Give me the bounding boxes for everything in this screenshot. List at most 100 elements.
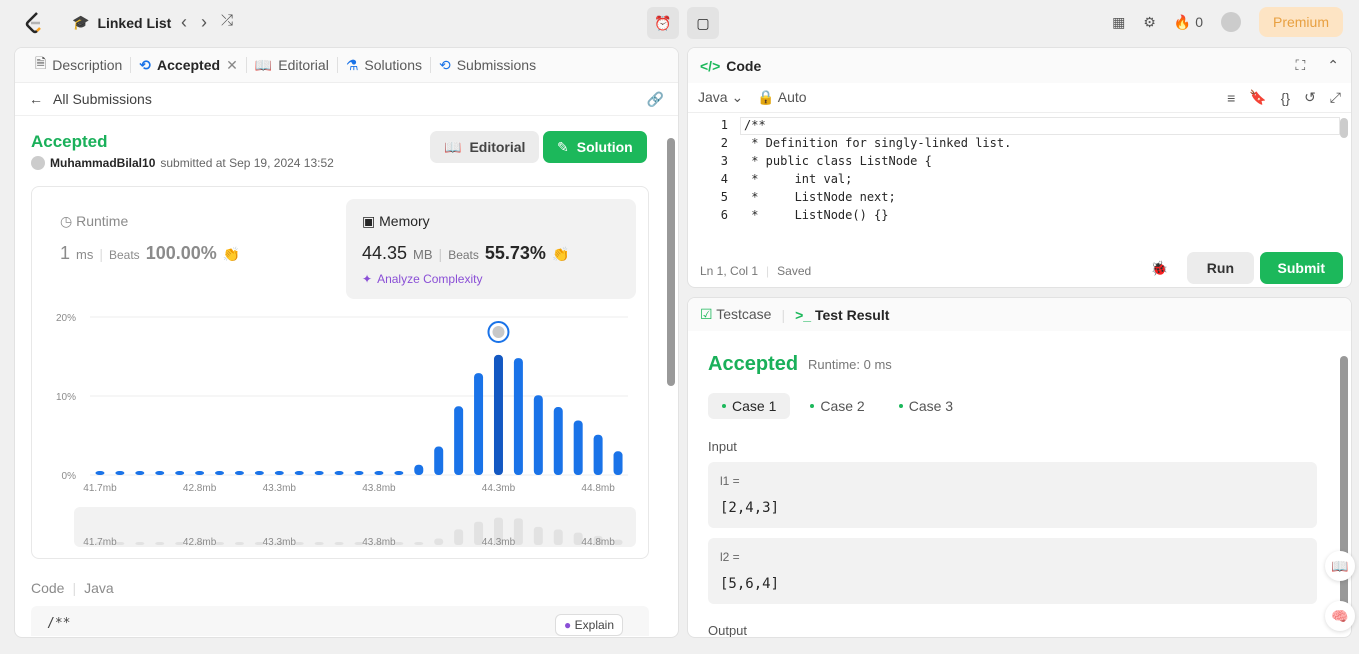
x-tick-label: 43.8mb — [362, 483, 396, 494]
bar[interactable] — [334, 471, 344, 475]
expand-icon[interactable]: ⤢ — [1330, 89, 1341, 106]
explain-button[interactable]: ● Explain — [555, 614, 623, 636]
explain-label: Explain — [574, 618, 614, 632]
bar[interactable] — [573, 420, 583, 475]
premium-button[interactable]: Premium — [1258, 7, 1343, 37]
bar[interactable] — [513, 358, 523, 475]
code-editor[interactable]: 1 /** 2 * Definition for singly-linked lis… — [688, 113, 1351, 223]
problem-list-title[interactable]: 🎓 Linked List — [72, 14, 171, 31]
bar[interactable] — [434, 446, 444, 475]
format-icon[interactable]: ≡ — [1227, 90, 1235, 106]
tab-testcase[interactable]: ☑ Testcase — [700, 306, 771, 323]
mini-bar — [513, 518, 523, 545]
code-tab-label[interactable]: Code — [726, 58, 761, 74]
bar[interactable] — [593, 434, 603, 475]
book-icon: 📖 — [254, 56, 273, 73]
submit-button[interactable]: Submit — [1259, 252, 1343, 284]
code-line: /** — [47, 616, 71, 631]
case-1-tab[interactable]: Case 1 — [708, 393, 791, 419]
bar[interactable] — [474, 373, 484, 475]
tab-label: Submissions — [456, 57, 537, 73]
runtime-beats: 100.00% — [145, 243, 217, 263]
bar[interactable] — [195, 471, 205, 475]
case-3-tab[interactable]: Case 3 — [885, 393, 967, 419]
reset-icon[interactable]: ↺ — [1304, 89, 1316, 106]
debug-bug-icon[interactable]: 🐞 — [1151, 260, 1168, 277]
output-label: Output — [708, 623, 748, 638]
range-selector[interactable] — [74, 507, 636, 547]
bar[interactable] — [374, 471, 384, 475]
back-arrow-icon[interactable]: ← — [29, 91, 43, 107]
bar[interactable] — [254, 471, 264, 475]
bar[interactable] — [294, 471, 304, 475]
bar[interactable] — [135, 471, 145, 475]
bar[interactable] — [215, 471, 225, 475]
bar[interactable] — [394, 471, 404, 475]
braces-icon[interactable]: {} — [1281, 90, 1290, 106]
x-tick-label: 44.3mb — [482, 483, 516, 494]
bar[interactable] — [175, 471, 185, 475]
layout-icon[interactable]: ▦ — [1112, 14, 1125, 31]
tab-solutions[interactable]: ⚗ Solutions — [338, 57, 431, 73]
mini-x-tick-label: 42.8mb — [183, 537, 217, 548]
case-label: Case 3 — [908, 398, 954, 414]
timer-icon[interactable]: ⏰ — [647, 7, 679, 39]
bar[interactable] — [155, 471, 165, 475]
mini-bar — [135, 542, 145, 545]
x-tick-label: 43.3mb — [263, 483, 297, 494]
notes-icon[interactable]: ▢ — [687, 7, 719, 39]
next-problem-icon[interactable]: › — [201, 12, 207, 33]
shuffle-icon[interactable]: ⤮ — [221, 12, 233, 33]
reading-mode-button[interactable]: 📖 — [1325, 551, 1355, 581]
leetcode-logo-icon[interactable] — [24, 11, 46, 35]
collapse-icon[interactable]: ⌃ — [1327, 57, 1339, 74]
gear-icon[interactable]: ⚙ — [1143, 14, 1156, 31]
tab-submissions[interactable]: ⟲ Submissions — [431, 57, 544, 74]
tab-label: Description — [52, 57, 123, 73]
bar[interactable] — [553, 407, 563, 475]
run-button[interactable]: Run — [1186, 252, 1254, 284]
tab-description[interactable]: 🗎 Description — [27, 55, 132, 73]
bar[interactable] — [314, 471, 324, 475]
checkbox-icon: ☑ — [700, 306, 713, 322]
bar[interactable] — [95, 471, 105, 475]
test-scrollbar[interactable] — [1340, 356, 1348, 626]
runtime-tab[interactable]: ◷ Runtime — [60, 213, 128, 230]
code-line: * int val; — [744, 172, 853, 186]
avatar[interactable] — [1220, 12, 1241, 32]
y-tick-label: 0% — [62, 471, 77, 482]
ai-brain-button[interactable]: 🧠 — [1325, 601, 1355, 631]
analyze-complexity-link[interactable]: ✦ Analyze Complexity — [362, 272, 482, 286]
editorial-button[interactable]: 📖 Editorial — [430, 131, 540, 163]
bar[interactable] — [274, 471, 284, 475]
mini-bar — [314, 542, 324, 545]
prev-problem-icon[interactable]: ‹ — [181, 12, 187, 33]
editor-scrollbar[interactable] — [1340, 118, 1348, 138]
bookmark-icon[interactable]: 🔖 — [1249, 89, 1266, 106]
tab-editorial[interactable]: 📖 Editorial — [247, 57, 338, 73]
all-submissions-link[interactable]: All Submissions — [53, 91, 152, 107]
case-2-tab[interactable]: Case 2 — [796, 393, 878, 419]
memory-tab[interactable]: ▣ Memory 44.35 MB | Beats 55.73% 👏 ✦ Anal… — [346, 199, 636, 299]
bar[interactable] — [533, 395, 543, 475]
bar[interactable] — [115, 471, 125, 475]
left-scrollbar[interactable] — [667, 138, 675, 386]
bar[interactable] — [234, 471, 244, 475]
test-status: Accepted — [708, 353, 799, 375]
bar[interactable] — [454, 406, 464, 475]
bar[interactable] — [354, 471, 364, 475]
streak-counter[interactable]: 🔥 0 — [1174, 14, 1203, 31]
auto-mode[interactable]: 🔒 Auto — [757, 89, 806, 106]
mini-bar — [454, 529, 464, 545]
tab-test-result[interactable]: >_ Test Result — [795, 307, 889, 323]
bar[interactable] — [613, 451, 623, 475]
tab-accepted[interactable]: ⟲ Accepted ✕ — [131, 57, 247, 73]
fullscreen-icon[interactable]: ⛶ — [1295, 57, 1305, 74]
link-icon[interactable]: 🔗 — [647, 91, 664, 108]
bar[interactable] — [414, 464, 424, 475]
bar[interactable] — [493, 354, 503, 475]
username-link[interactable]: MuhammadBilal10 — [50, 156, 155, 170]
language-select[interactable]: Java ⌄ — [698, 89, 743, 106]
close-icon[interactable]: ✕ — [226, 57, 238, 74]
solution-button[interactable]: ✎ Solution — [543, 131, 647, 163]
